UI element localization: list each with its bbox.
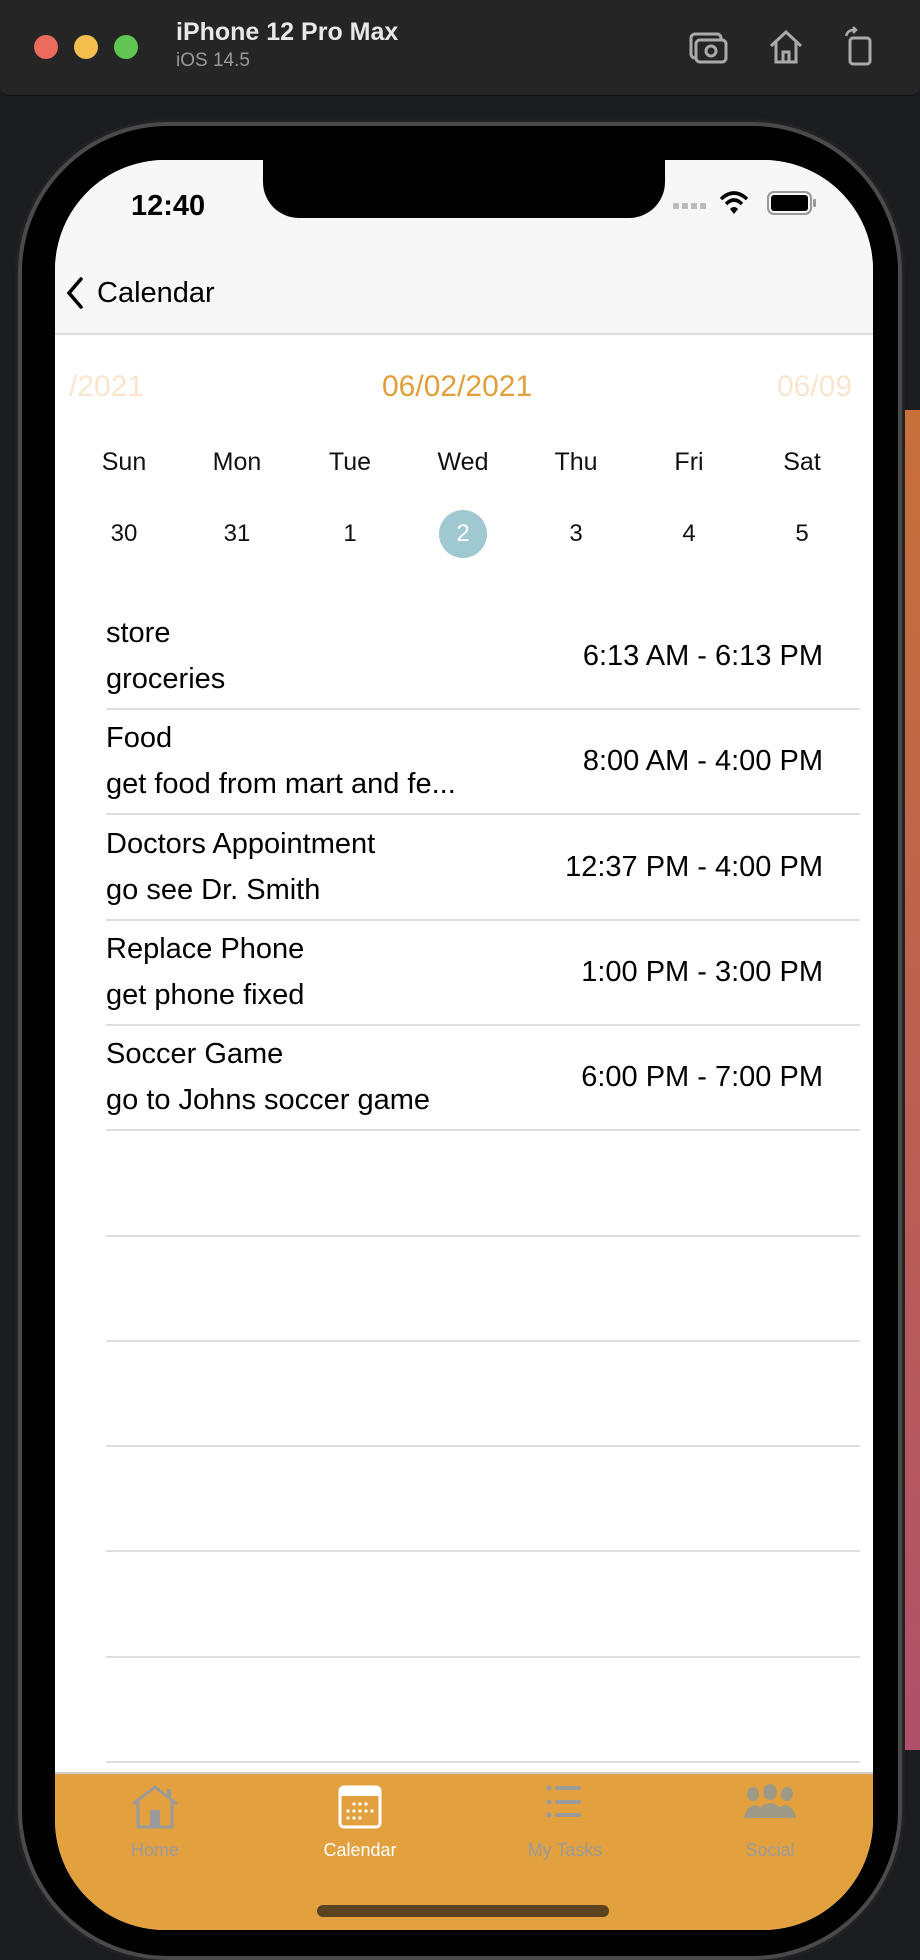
weekday-label: Wed bbox=[437, 448, 489, 476]
day-cell[interactable]: 5 bbox=[778, 510, 826, 558]
wifi-icon bbox=[719, 191, 749, 214]
minimize-window-button[interactable] bbox=[74, 35, 98, 59]
rotate-icon[interactable] bbox=[840, 26, 880, 66]
event-time: 8:00 AM - 4:00 PM bbox=[582, 745, 823, 778]
tab-label: Calendar bbox=[323, 1840, 397, 1860]
simulator-titlebar: iPhone 12 Pro Max iOS 14.5 bbox=[0, 0, 920, 96]
status-time: 12:40 bbox=[131, 190, 206, 222]
home-indicator bbox=[317, 1905, 609, 1917]
day-cell[interactable]: 3 bbox=[552, 510, 600, 558]
device-name: iPhone 12 Pro Max bbox=[176, 18, 399, 46]
background-window-edge bbox=[904, 410, 920, 1750]
day-cell[interactable]: 1 bbox=[326, 510, 374, 558]
tab-label: Social bbox=[745, 1840, 795, 1860]
tab-label: Home bbox=[130, 1840, 179, 1860]
weekday-label: Tue bbox=[328, 448, 372, 476]
weekday-label: Sun bbox=[101, 448, 147, 476]
event-row[interactable]: Food get food from mart and fe... 8:00 AM … bbox=[106, 710, 860, 816]
empty-row bbox=[106, 1342, 860, 1448]
empty-row bbox=[106, 1132, 860, 1237]
event-title: Food bbox=[106, 722, 173, 755]
home-icon[interactable] bbox=[766, 26, 806, 66]
next-week-date[interactable]: 06/09 bbox=[777, 370, 852, 404]
list-icon bbox=[546, 1785, 581, 1818]
screenshot-icon[interactable] bbox=[688, 26, 728, 66]
house-icon bbox=[132, 1785, 178, 1829]
day-cell[interactable]: 30 bbox=[100, 510, 148, 558]
event-title: Soccer Game bbox=[106, 1038, 284, 1071]
event-subtitle: go to Johns soccer game bbox=[106, 1084, 431, 1117]
selected-day[interactable]: 2 bbox=[439, 510, 487, 558]
weekday-label: Sat bbox=[783, 448, 821, 476]
event-row[interactable]: Replace Phone get phone fixed 1:00 PM - 3:… bbox=[106, 921, 860, 1026]
tab-calendar[interactable]: Calendar bbox=[280, 1784, 440, 1861]
previous-week-date[interactable]: /2021 bbox=[69, 370, 144, 404]
empty-row bbox=[106, 1553, 860, 1658]
tab-home[interactable]: Home bbox=[75, 1784, 235, 1861]
event-time: 12:37 PM - 4:00 PM bbox=[565, 850, 823, 883]
day-cell[interactable]: 4 bbox=[665, 510, 713, 558]
weekday-label: Mon bbox=[212, 448, 262, 476]
empty-row bbox=[106, 1658, 860, 1763]
tab-my-tasks[interactable]: My Tasks bbox=[485, 1784, 645, 1861]
calendar-icon bbox=[338, 1785, 382, 1829]
back-button[interactable]: Calendar bbox=[63, 270, 215, 316]
chevron-left-icon bbox=[66, 277, 83, 309]
people-icon bbox=[744, 1784, 796, 1818]
empty-row bbox=[106, 1237, 860, 1342]
phone-screen: 12:40 Calendar /2021 06/02/2021 06/09 Su… bbox=[55, 160, 873, 1930]
close-window-button[interactable] bbox=[34, 35, 58, 59]
event-subtitle: get phone fixed bbox=[106, 978, 305, 1011]
day-cell[interactable]: 31 bbox=[213, 510, 261, 558]
weekday-label: Fri bbox=[674, 448, 704, 476]
back-label: Calendar bbox=[97, 276, 215, 309]
event-row[interactable]: store groceries 6:13 AM - 6:13 PM bbox=[106, 605, 860, 710]
event-row[interactable]: Soccer Game go to Johns soccer game 6:00 P… bbox=[106, 1026, 860, 1132]
battery-icon bbox=[767, 191, 816, 215]
event-title: store bbox=[106, 617, 171, 649]
empty-row bbox=[106, 1447, 860, 1553]
tab-social[interactable]: Social bbox=[690, 1784, 850, 1861]
event-title: Replace Phone bbox=[106, 932, 305, 965]
event-time: 6:00 PM - 7:00 PM bbox=[581, 1061, 823, 1094]
notch bbox=[263, 160, 665, 218]
event-time: 1:00 PM - 3:00 PM bbox=[581, 955, 823, 988]
event-time: 6:13 AM - 6:13 PM bbox=[582, 640, 823, 672]
event-subtitle: get food from mart and fe... bbox=[106, 768, 456, 801]
event-row[interactable]: Doctors Appointment go see Dr. Smith 12:37… bbox=[106, 816, 860, 921]
event-subtitle: go see Dr. Smith bbox=[106, 873, 321, 906]
event-title: Doctors Appointment bbox=[106, 827, 376, 860]
os-version: iOS 14.5 bbox=[176, 50, 250, 71]
zoom-window-button[interactable] bbox=[114, 35, 138, 59]
cellular-signal-icon bbox=[673, 203, 706, 209]
weekday-label: Thu bbox=[554, 448, 598, 476]
tab-label: My Tasks bbox=[527, 1840, 603, 1860]
event-subtitle: groceries bbox=[106, 663, 226, 695]
current-week-date[interactable]: 06/02/2021 bbox=[382, 370, 532, 404]
